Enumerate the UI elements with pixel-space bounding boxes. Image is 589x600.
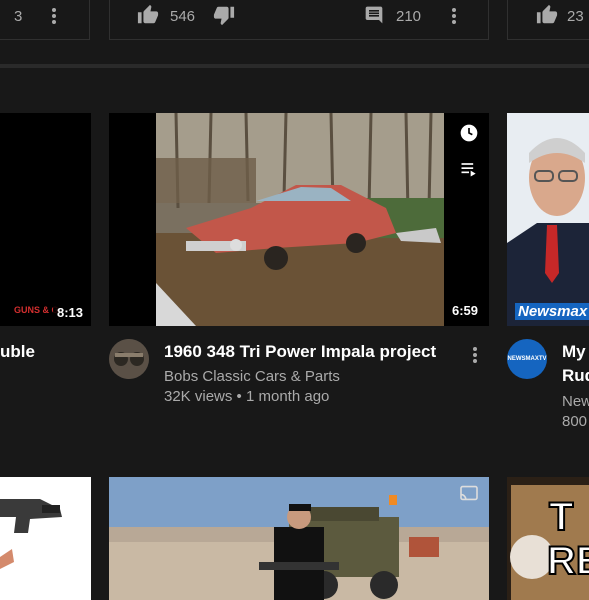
newsmax-logo: Newsmax: [515, 303, 589, 320]
top-card-right: 23: [507, 0, 589, 40]
more-options-icon[interactable]: [452, 6, 456, 26]
car-scene-image: [156, 113, 444, 326]
channel-avatar[interactable]: NEWSMAXTV: [507, 339, 547, 379]
thumbs-down-icon[interactable]: [213, 4, 235, 31]
thumbs-up-icon[interactable]: [137, 4, 159, 31]
range-scene-image: [109, 477, 489, 600]
comment-count: 210: [396, 8, 422, 25]
video-title-line2[interactable]: Rud: [562, 366, 589, 386]
video-stats: 32K views • 1 month ago: [164, 388, 329, 405]
add-to-queue-icon[interactable]: [459, 159, 479, 184]
video-thumbnail[interactable]: [0, 477, 91, 600]
video-title-line1[interactable]: My: [562, 342, 586, 362]
video-thumbnail[interactable]: Newsmax: [507, 113, 589, 326]
video-thumbnail[interactable]: GUNS & G 8:13: [0, 113, 91, 326]
firearm-image: [0, 477, 91, 600]
video-thumbnail[interactable]: T RE: [507, 477, 589, 600]
title-card-text-line2: RE: [546, 538, 589, 584]
meta-separator: •: [236, 388, 242, 405]
top-card-left: 3: [0, 0, 90, 40]
video-title[interactable]: uble: [0, 342, 35, 362]
channel-avatar[interactable]: [109, 339, 149, 379]
dislike-count: 3: [14, 8, 23, 25]
video-thumbnail[interactable]: [109, 477, 489, 600]
like-count: 546: [170, 8, 196, 25]
top-card-center: 546 210: [109, 0, 489, 40]
video-thumbnail[interactable]: 6:59: [109, 113, 489, 326]
thumbs-up-icon[interactable]: [536, 4, 558, 31]
more-options-icon[interactable]: [52, 6, 56, 26]
view-count: 32K views: [164, 388, 233, 405]
channel-name[interactable]: New: [562, 393, 589, 410]
more-options-icon[interactable]: [473, 345, 477, 365]
channel-name[interactable]: Bobs Classic Cars & Parts: [164, 368, 340, 385]
comment-icon[interactable]: [364, 5, 384, 30]
channel-brand-mark: GUNS & G: [14, 305, 59, 315]
upload-age: 1 month ago: [245, 388, 330, 405]
person-image: [507, 113, 589, 326]
video-duration: 6:59: [447, 301, 482, 320]
section-divider: [0, 64, 589, 68]
cast-icon[interactable]: [459, 485, 479, 506]
like-count: 23: [567, 8, 584, 25]
avatar-text: NEWSMAXTV: [507, 356, 547, 362]
title-card-text-line1: T: [548, 494, 574, 540]
view-count: 800: [562, 413, 588, 430]
video-title[interactable]: 1960 348 Tri Power Impala project: [164, 342, 436, 362]
video-duration: 8:13: [52, 303, 87, 322]
watch-later-icon[interactable]: [459, 123, 479, 148]
